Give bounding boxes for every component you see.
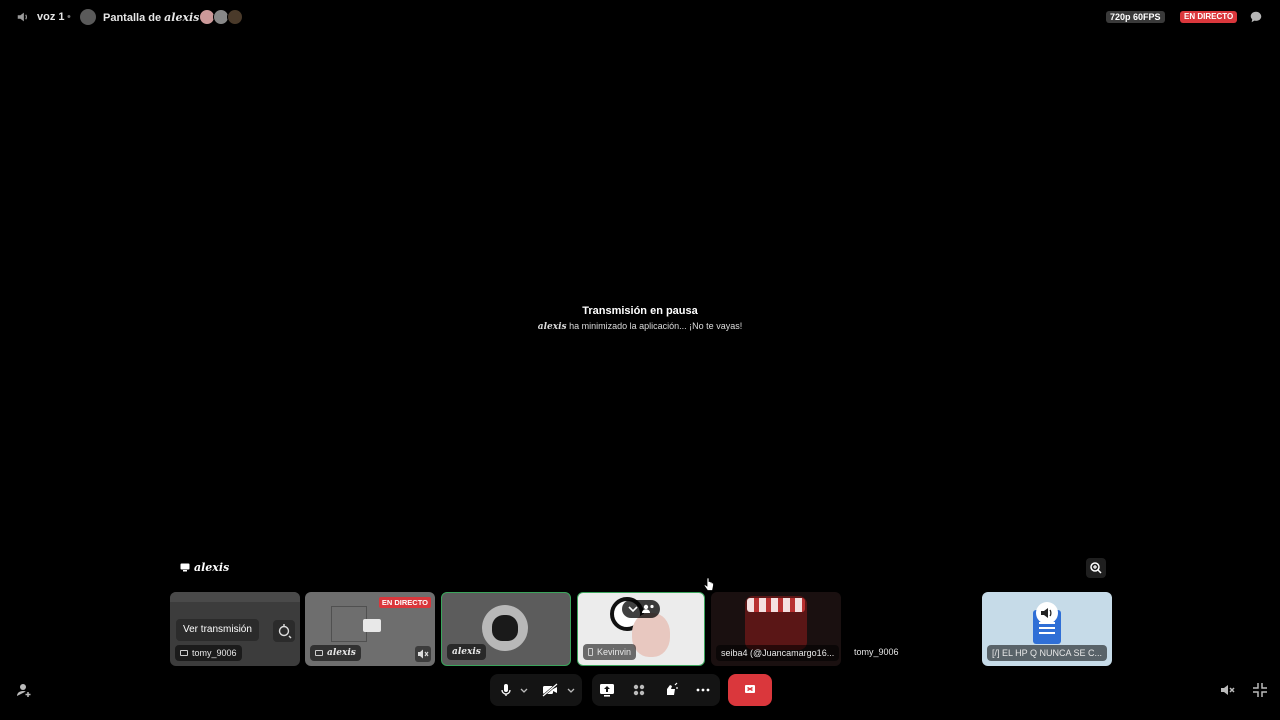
exit-fullscreen-icon[interactable] [1251, 681, 1269, 699]
soundboard-icon[interactable] [661, 680, 681, 700]
participant-name: tomy_9006 [192, 648, 237, 658]
participant-tile[interactable]: alexis [441, 592, 571, 666]
mute-stream-button[interactable] [415, 646, 431, 662]
pause-message: ha minimizado la aplicación... ¡No te va… [569, 321, 743, 331]
screen-title: Pantalla de alexis [103, 11, 199, 24]
top-bar: voz 1 • Pantalla de alexis 720p 60FPS EN… [0, 0, 1280, 34]
popout-icon [278, 624, 292, 639]
hangup-icon [745, 685, 755, 693]
participant-name-label: Kevinvin [583, 644, 637, 660]
avatar-detail [747, 598, 805, 612]
participant-name: Kevinvin [597, 647, 632, 657]
stream-preview [331, 606, 367, 642]
chevron-down-icon[interactable] [564, 680, 578, 700]
voice-channel-name[interactable]: voz 1 [37, 11, 65, 23]
members-icon [643, 604, 649, 610]
stream-quality-badge: 720p 60FPS [1106, 11, 1165, 23]
live-badge: EN DIRECTO [1180, 11, 1238, 23]
pause-title: Transmisión en pausa [582, 305, 698, 317]
separator: • [67, 11, 71, 23]
screen-share-icon [180, 650, 188, 656]
activities-icon[interactable] [629, 680, 649, 700]
share-screen-icon[interactable] [597, 680, 617, 700]
participant-name[interactable]: tomy_9006 [854, 647, 899, 657]
screen-title-prefix: Pantalla de [103, 12, 162, 24]
add-user-icon[interactable] [15, 681, 33, 699]
live-badge: EN DIRECTO [378, 597, 431, 608]
screen-owner: alexis [164, 11, 200, 24]
disconnect-button[interactable] [728, 674, 772, 706]
participant-tile[interactable]: EN DIRECTO alexis [305, 592, 435, 666]
stream-owner-label: alexis [180, 561, 229, 574]
popout-button[interactable] [273, 620, 295, 642]
media-controls [490, 674, 582, 706]
pause-subtitle: alexis ha minimizado la aplicación... ¡N… [440, 321, 840, 332]
participant-name-label: tomy_9006 [175, 645, 242, 661]
more-icon[interactable] [693, 680, 713, 700]
tile-hover-actions[interactable] [622, 600, 660, 618]
watch-stream-button[interactable]: Ver transmisión [176, 619, 259, 641]
participant-name-label: [/] EL HP Q NUNCA SE C... [987, 645, 1108, 661]
chat-icon[interactable] [1249, 10, 1263, 24]
zoom-button[interactable] [1086, 558, 1106, 578]
screen-share-icon [315, 650, 323, 656]
stream-paused-message: Transmisión en pausa alexis ha minimizad… [440, 305, 840, 332]
mouse-cursor-icon [703, 577, 714, 591]
avatar-image [492, 615, 518, 641]
avatar-image [632, 613, 670, 657]
call-actions [592, 674, 720, 706]
mobile-icon [588, 648, 593, 656]
participant-tile[interactable]: seiba4 (@Juancamargo16... [711, 592, 841, 666]
pause-user: alexis [537, 322, 567, 332]
screen-share-icon [80, 9, 96, 25]
tile-actions-icons [628, 604, 654, 613]
camera-off-icon[interactable] [540, 680, 560, 700]
participant-name-label: seiba4 (@Juancamargo16... [716, 645, 840, 661]
chevron-down-icon[interactable] [517, 680, 531, 700]
microphone-icon[interactable] [496, 680, 516, 700]
participant-name-label: alexis [447, 644, 486, 660]
participant-name: [/] EL HP Q NUNCA SE C... [992, 648, 1103, 658]
stream-owner-name: alexis [194, 561, 230, 574]
volume-mute-icon[interactable] [1219, 681, 1237, 699]
screen-share-icon [180, 563, 190, 572]
zoom-icon [1090, 562, 1102, 574]
participant-name-label: alexis [310, 645, 361, 661]
participant-tile[interactable]: Kevinvin [577, 592, 705, 666]
viewer-avatars[interactable] [199, 9, 243, 25]
participant-tile[interactable]: [/] EL HP Q NUNCA SE C... [982, 592, 1112, 666]
participant-name: seiba4 (@Juancamargo16... [721, 648, 835, 658]
avatar [227, 9, 243, 25]
speaker-icon[interactable] [16, 10, 30, 24]
chevron-down-icon [628, 606, 638, 613]
participant-name: alexis [327, 648, 356, 658]
participant-name: alexis [452, 647, 481, 657]
speaker-icon [1036, 602, 1058, 624]
screen-share-icon [363, 619, 381, 632]
volume-mute-icon [418, 649, 429, 659]
stream-preview [170, 592, 300, 602]
